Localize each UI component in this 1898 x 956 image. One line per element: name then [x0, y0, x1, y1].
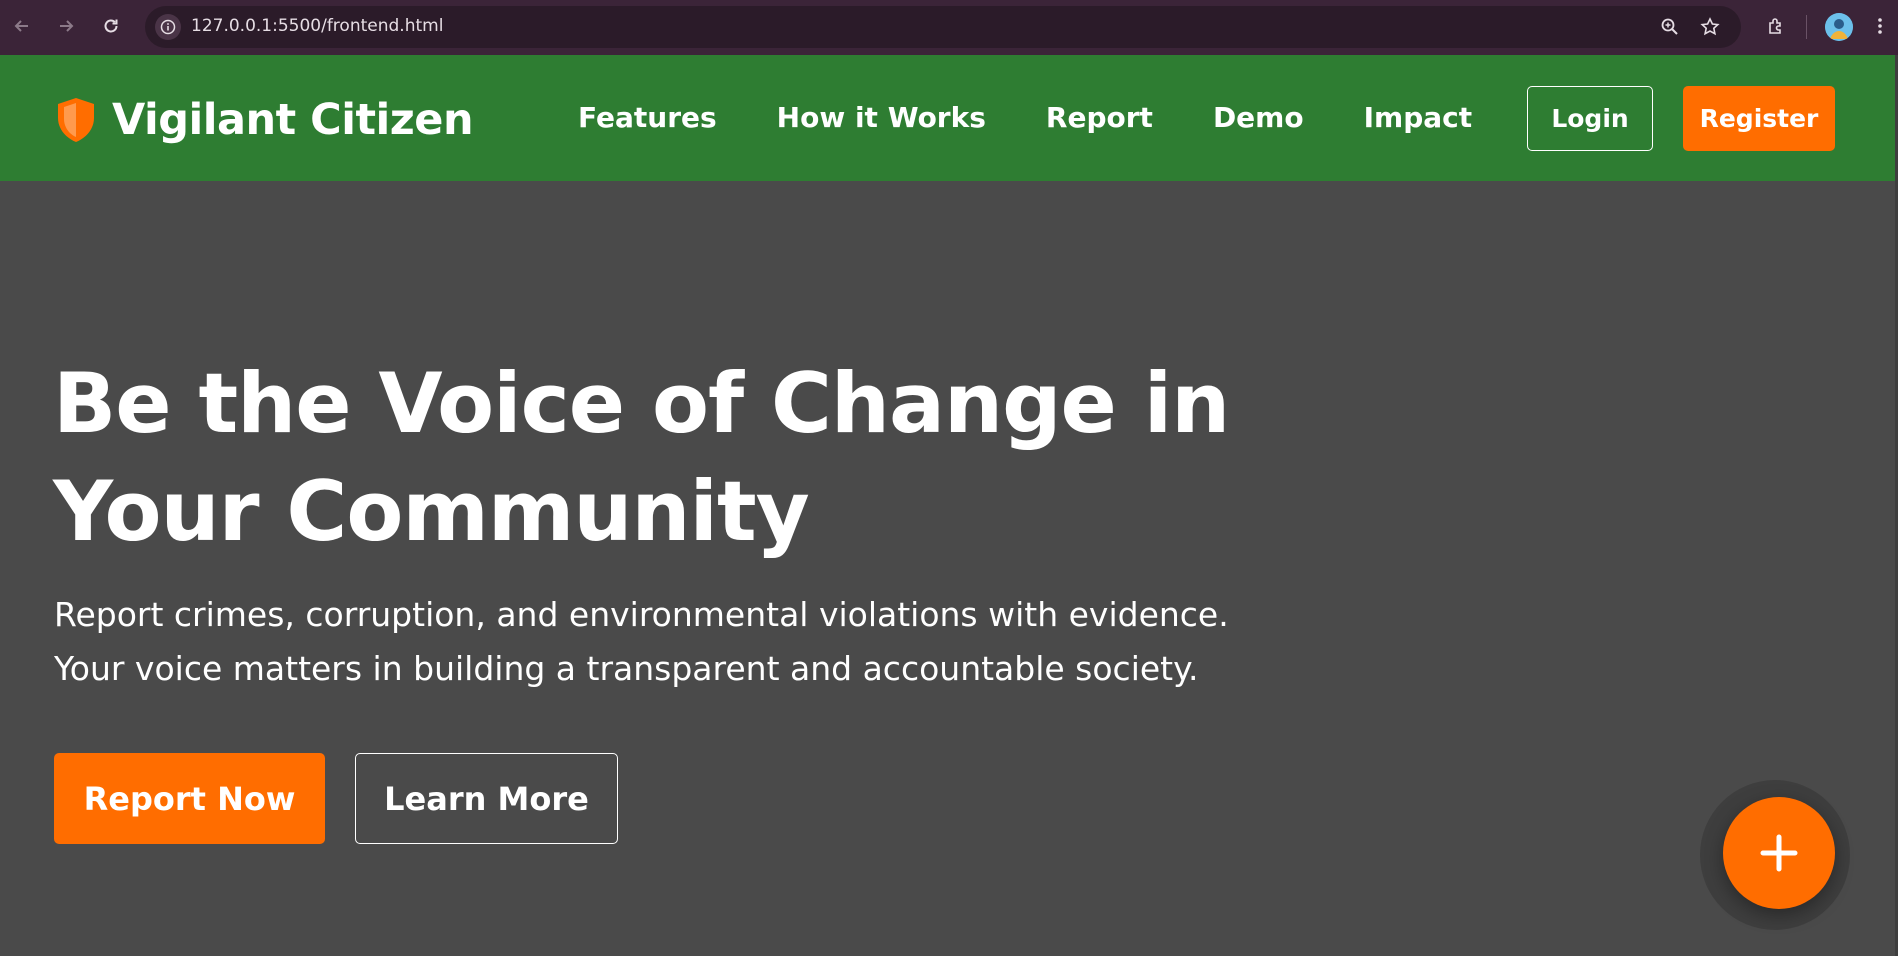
hero-subtitle: Report crimes, corruption, and environme… [54, 588, 1294, 696]
quick-report-fab[interactable] [1723, 797, 1835, 909]
forward-icon[interactable] [50, 10, 82, 42]
profile-avatar[interactable] [1825, 13, 1853, 41]
login-button[interactable]: Login [1527, 86, 1653, 151]
brand-logo[interactable]: Vigilant Citizen [54, 95, 474, 145]
bookmark-star-icon[interactable] [1697, 14, 1723, 40]
site-navbar: Vigilant Citizen Features How it Works R… [0, 55, 1895, 181]
hero-title: Be the Voice of Change in Your Community [53, 350, 1253, 566]
nav-links: Features How it Works Report Demo Impact [578, 101, 1532, 134]
extensions-icon[interactable] [1760, 10, 1792, 42]
hero-title-line-1: Be the Voice of Change in [53, 355, 1230, 452]
hero-subtitle-line-1: Report crimes, corruption, and environme… [54, 595, 1229, 634]
reload-icon[interactable] [95, 10, 127, 42]
learn-more-button[interactable]: Learn More [355, 753, 618, 844]
more-menu-icon[interactable] [1868, 10, 1892, 42]
shield-icon [54, 96, 98, 144]
register-button[interactable]: Register [1683, 86, 1835, 151]
site-info-icon[interactable] [155, 14, 181, 40]
nav-link-report[interactable]: Report [1046, 101, 1153, 134]
toolbar-divider [1806, 15, 1807, 39]
address-bar[interactable]: 127.0.0.1:5500/frontend.html [145, 6, 1741, 48]
hero-title-line-2: Your Community [53, 463, 810, 560]
nav-link-how-it-works[interactable]: How it Works [777, 101, 986, 134]
zoom-icon[interactable] [1657, 14, 1683, 40]
report-now-button[interactable]: Report Now [54, 753, 325, 844]
hero-subtitle-line-2: Your voice matters in building a transpa… [54, 649, 1199, 688]
browser-toolbar: 127.0.0.1:5500/frontend.html [0, 0, 1898, 55]
back-icon[interactable] [6, 10, 38, 42]
plus-icon [1760, 834, 1798, 872]
url-text[interactable]: 127.0.0.1:5500/frontend.html [191, 16, 443, 36]
nav-link-features[interactable]: Features [578, 101, 717, 134]
nav-link-impact[interactable]: Impact [1364, 101, 1473, 134]
nav-link-demo[interactable]: Demo [1213, 101, 1304, 134]
brand-name: Vigilant Citizen [112, 95, 474, 145]
